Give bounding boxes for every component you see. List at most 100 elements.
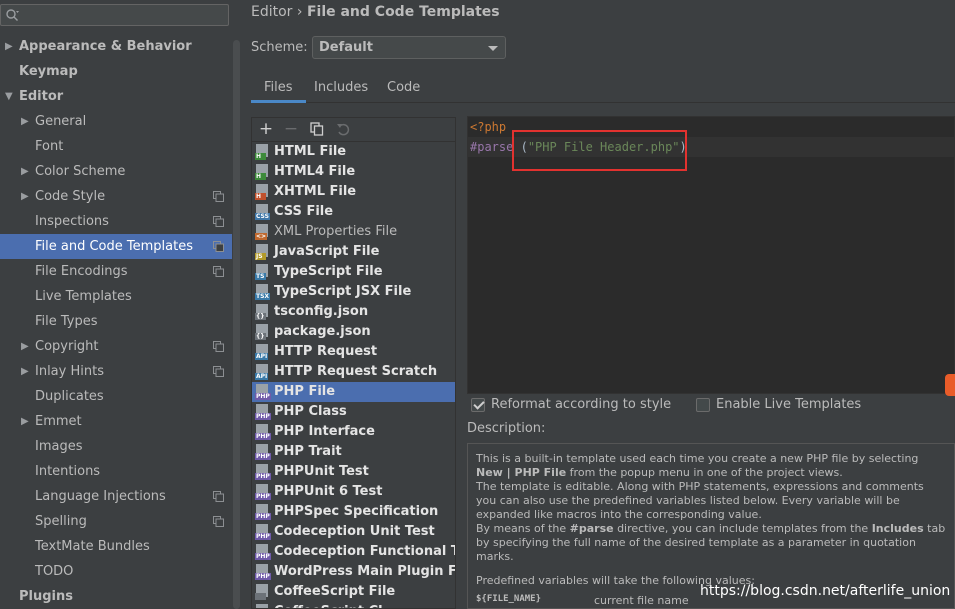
chevron-right-icon[interactable]: ▶ (21, 359, 31, 384)
template-item[interactable]: PHP PHPSpec Specification (252, 502, 455, 522)
tree-item-language-injections[interactable]: Language Injections (0, 484, 240, 509)
scheme-dropdown[interactable]: Default (312, 36, 506, 59)
tree-item-live-templates[interactable]: Live Templates (0, 284, 240, 309)
settings-tree-scrollbar[interactable] (232, 0, 241, 609)
file-type-badge: H (255, 173, 266, 180)
template-item[interactable]: PHP PHP Trait (252, 442, 455, 462)
file-type-icon: PHP (255, 384, 271, 400)
tree-item-textmate-bundles[interactable]: TextMate Bundles (0, 534, 240, 559)
template-item[interactable]: PHP PHPUnit 6 Test (252, 482, 455, 502)
template-name: XHTML File (274, 184, 357, 199)
tab-code[interactable]: Code (374, 76, 433, 103)
file-type-badge: API (255, 353, 269, 360)
copy-template-button[interactable] (308, 120, 326, 138)
reset-template-button[interactable] (334, 120, 352, 138)
scrollbar-thumb[interactable] (233, 40, 240, 609)
chevron-right-icon[interactable]: ▶ (21, 109, 31, 134)
tree-item-copyright[interactable]: ▶ Copyright (0, 334, 240, 359)
floating-badge-icon[interactable] (945, 374, 955, 396)
tree-item-keymap[interactable]: Keymap (0, 59, 240, 84)
tree-item-label: Language Injections (35, 489, 166, 504)
template-item[interactable]: PHP WordPress Main Plugin File (252, 562, 455, 582)
template-item[interactable]: API HTTP Request Scratch (252, 362, 455, 382)
tree-item-spelling[interactable]: Spelling (0, 509, 240, 534)
template-item[interactable]: PHP PHP Interface (252, 422, 455, 442)
template-item[interactable]: TSX TypeScript JSX File (252, 282, 455, 302)
chevron-right-icon[interactable]: ▶ (21, 334, 31, 359)
tree-item-general[interactable]: ▶ General (0, 109, 240, 134)
tree-item-color-scheme[interactable]: ▶ Color Scheme (0, 159, 240, 184)
template-item[interactable]: JS JavaScript File (252, 242, 455, 262)
tab-files[interactable]: Files (251, 76, 306, 103)
tree-item-label: Color Scheme (35, 164, 126, 179)
description-label: Description: (467, 421, 546, 436)
tree-item-todo[interactable]: TODO (0, 559, 240, 584)
tree-item-file-and-code-templates[interactable]: File and Code Templates (0, 234, 240, 259)
template-item[interactable]: PHPCodeception Functional Test (252, 542, 455, 562)
tree-item-font[interactable]: Font (0, 134, 240, 159)
tree-item-label: Plugins (19, 589, 73, 604)
file-type-badge: PHP (255, 493, 271, 500)
template-item[interactable]: CoffeeScript File (252, 582, 455, 602)
file-type-badge: TS (255, 273, 266, 280)
template-item[interactable]: H XHTML File (252, 182, 455, 202)
tree-item-file-types[interactable]: File Types (0, 309, 240, 334)
chevron-down-icon[interactable]: ▼ (5, 84, 15, 109)
template-item[interactable]: CSS CSS File (252, 202, 455, 222)
tree-item-inspections[interactable]: Inspections (0, 209, 240, 234)
live-templates-label: Enable Live Templates (716, 397, 862, 412)
tree-item-emmet[interactable]: ▶ Emmet (0, 409, 240, 434)
chevron-right-icon[interactable]: ▶ (21, 159, 31, 184)
file-type-badge: PHP (255, 553, 271, 560)
tree-item-intentions[interactable]: Intentions (0, 459, 240, 484)
template-item[interactable]: TS TypeScript File (252, 262, 455, 282)
project-scope-icon (213, 341, 224, 352)
template-list-scrollbar[interactable] (458, 141, 466, 609)
breadcrumb-parent[interactable]: Editor (251, 4, 292, 20)
template-item[interactable]: {} tsconfig.json (252, 302, 455, 322)
tree-item-duplicates[interactable]: Duplicates (0, 384, 240, 409)
copy-icon (310, 122, 324, 136)
tree-item-label: Copyright (35, 339, 99, 354)
tree-item-plugins[interactable]: Plugins (0, 584, 240, 609)
tree-item-editor[interactable]: ▼ Editor (0, 84, 240, 109)
chevron-right-icon[interactable]: ▶ (21, 409, 31, 434)
template-item[interactable]: PHP Codeception Unit Test (252, 522, 455, 542)
chevron-right-icon[interactable]: ▶ (5, 34, 15, 59)
template-item[interactable]: {} package.json (252, 322, 455, 342)
tree-item-label: Keymap (19, 64, 78, 79)
template-item[interactable]: PHP PHP File (252, 382, 455, 402)
file-page-icon (256, 604, 268, 608)
chevron-right-icon[interactable]: ▶ (21, 184, 31, 209)
file-type-badge: {} (255, 313, 266, 320)
tree-item-appearance-behavior[interactable]: ▶ Appearance & Behavior (0, 34, 240, 59)
file-type-icon: PHP (255, 504, 271, 520)
add-template-button[interactable]: + (257, 120, 275, 138)
template-item[interactable]: PHP PHPUnit Test (252, 462, 455, 482)
template-name: CSS File (274, 204, 334, 219)
template-name: HTTP Request (274, 344, 378, 359)
file-type-badge: PHP (255, 413, 271, 420)
template-item[interactable]: H HTML4 File (252, 162, 455, 182)
tree-item-inlay-hints[interactable]: ▶ Inlay Hints (0, 359, 240, 384)
template-item[interactable]: H HTML File (252, 142, 455, 162)
template-item[interactable]: API HTTP Request (252, 342, 455, 362)
reset-icon (337, 123, 350, 136)
tree-item-code-style[interactable]: ▶ Code Style (0, 184, 240, 209)
tree-item-label: Live Templates (35, 289, 132, 304)
template-item[interactable]: <> XML Properties File (252, 222, 455, 242)
template-item[interactable]: PHP PHP Class (252, 402, 455, 422)
checkbox-unchecked-icon (696, 398, 710, 412)
search-icon (6, 9, 19, 21)
parse-directive: #parse (470, 140, 514, 154)
remove-template-button[interactable]: − (282, 120, 300, 138)
tree-item-label: File Types (35, 314, 98, 329)
tree-item-images[interactable]: Images (0, 434, 240, 459)
template-item[interactable]: CoffeeScript Cl (252, 602, 455, 608)
template-name: HTML File (274, 144, 347, 159)
tab-includes[interactable]: Includes (301, 76, 381, 103)
tree-item-file-encodings[interactable]: File Encodings (0, 259, 240, 284)
file-type-icon: PHP (255, 404, 271, 420)
file-type-icon: CSS (255, 204, 270, 220)
settings-search-field[interactable] (0, 4, 229, 26)
